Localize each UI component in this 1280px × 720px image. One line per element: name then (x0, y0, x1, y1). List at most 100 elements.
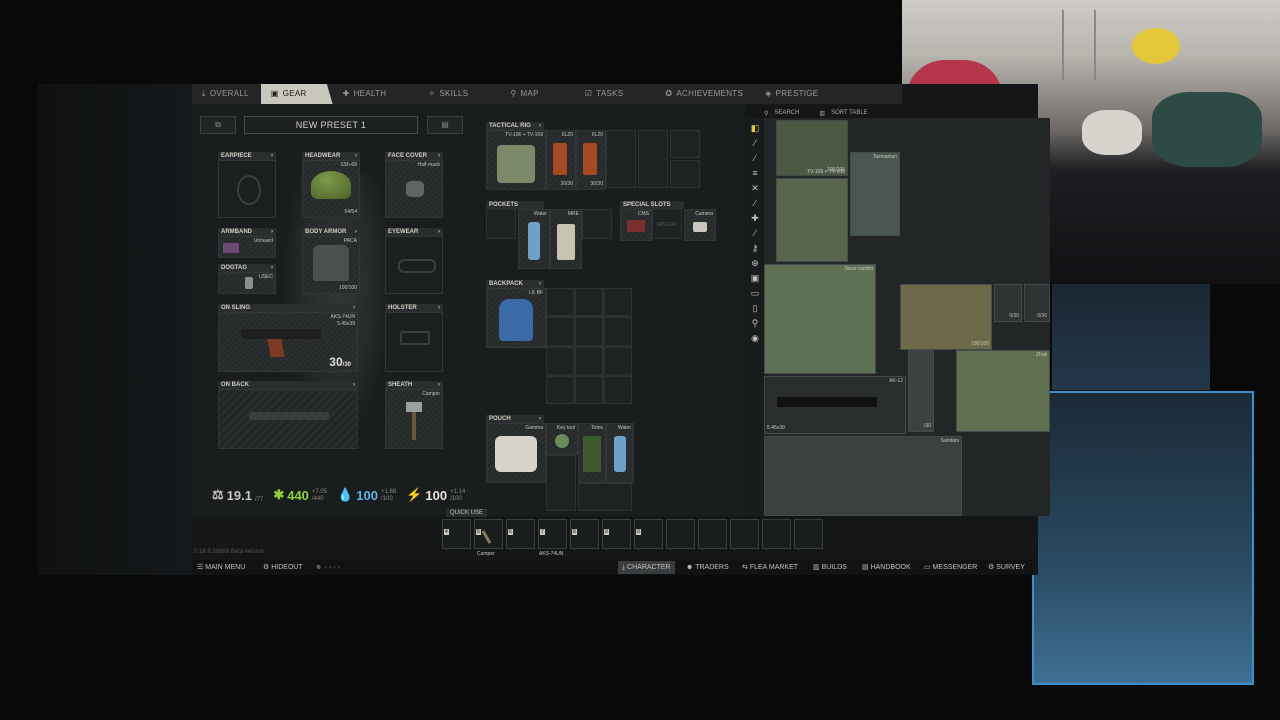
tab-gear[interactable]: ▣ GEAR (260, 84, 333, 104)
stash-item[interactable]: /30 (908, 350, 934, 432)
stash-item[interactable]: Tavor combo (764, 264, 876, 374)
slot-body-armor[interactable]: BODY ARMOR › PACA 100/100 (302, 228, 360, 294)
group-icons[interactable]: ☻ ▫ ▫ ▫ ▫ (315, 561, 340, 574)
filter-weapons-icon[interactable]: ⁄ (749, 138, 761, 148)
tactical-rig-slot[interactable]: TV-106 + TV-109 (486, 130, 546, 190)
slot-on-back[interactable]: ON BACK › (218, 381, 358, 449)
special-slot-camera[interactable]: Camera (684, 209, 716, 241)
backpack-cell[interactable] (575, 317, 603, 346)
save-preset-button[interactable]: ▤ (427, 116, 463, 134)
special-slot-cms[interactable]: CMS (620, 209, 652, 241)
quick-slot[interactable]: 8 (570, 519, 599, 549)
slot-dogtag[interactable]: DOGTAG › USEC (218, 264, 276, 294)
nav-main-menu[interactable]: ☰ MAIN MENU (197, 561, 245, 574)
stash-item[interactable]: Sanitars (764, 436, 962, 516)
quick-slot[interactable]: 0 (634, 519, 663, 549)
tab-achievements[interactable]: ✪ ACHIEVEMENTS (655, 84, 755, 104)
backpack-cell[interactable] (575, 375, 603, 404)
tab-skills[interactable]: ✧ SKILLS (418, 84, 480, 104)
tab-overall[interactable]: ⤓ OVERALL (192, 84, 261, 104)
rig-cell[interactable] (606, 130, 636, 188)
slot-earpiece[interactable]: EARPIECE › (218, 152, 276, 218)
quick-slot[interactable]: 9 (602, 519, 631, 549)
filter-food-icon[interactable]: ∕ (749, 228, 761, 238)
nav-messenger[interactable]: ▭ MESSENGER (924, 561, 977, 574)
pocket-water[interactable]: Water (518, 209, 550, 269)
pouch-cell[interactable] (546, 455, 576, 511)
filter-medical-icon[interactable]: ✚ (749, 213, 761, 223)
nav-handbook[interactable]: ▤ HANDBOOK (862, 561, 911, 574)
tab-prestige[interactable]: ◈ PRESTIGE (755, 84, 830, 104)
backpack-cell[interactable] (546, 317, 574, 346)
backpack-cell[interactable] (546, 288, 574, 317)
filter-special-icon[interactable]: ⚲ (749, 318, 761, 328)
backpack-cell[interactable] (546, 375, 574, 404)
rig-cell[interactable] (670, 130, 700, 158)
special-slot-empty[interactable]: SPECIAL (652, 209, 682, 239)
filter-ammo-icon[interactable]: ✕ (749, 183, 761, 193)
filter-info-icon[interactable]: ▯ (749, 303, 761, 313)
stash-item[interactable]: 0/30 (994, 284, 1022, 322)
pouch-keytool[interactable]: Key tool (546, 423, 578, 455)
backpack-slot[interactable]: LK BF (486, 288, 546, 348)
backpack-cell[interactable] (575, 288, 603, 317)
stash-item[interactable] (776, 178, 848, 262)
pocket-cell[interactable] (486, 209, 516, 239)
rig-mag-slot-1[interactable]: 6L20 30/30 (546, 130, 576, 190)
stash-item[interactable]: Zhuk (956, 350, 1050, 432)
pouch-water[interactable]: Water (606, 423, 634, 483)
backpack-grid[interactable] (546, 288, 632, 404)
nav-character[interactable]: ⤓ CHARACTER (618, 561, 675, 574)
pocket-mre[interactable]: MRE (550, 209, 582, 269)
slot-headwear[interactable]: HEADWEAR › SSh-68 54/54 (302, 152, 360, 218)
stash-item[interactable]: 100/100 (900, 284, 992, 350)
pouch-tetris[interactable]: Tetris (578, 423, 606, 483)
quick-slot[interactable]: 5 Camper (474, 519, 503, 557)
stash-weapon[interactable]: AK-12 5.45x39 (764, 376, 906, 434)
slot-holster[interactable]: HOLSTER › (385, 304, 443, 372)
pouch-header[interactable]: POUCH › (486, 415, 544, 423)
slot-sheath[interactable]: SHEATH › Camper (385, 381, 443, 449)
quick-slot[interactable]: 7 AKS-74UN (538, 519, 567, 557)
backpack-header[interactable]: BACKPACK › (486, 280, 544, 288)
slot-eyewear[interactable]: EYEWEAR › (385, 228, 443, 294)
filter-knives-icon[interactable]: ∕ (749, 198, 761, 208)
backpack-cell[interactable] (604, 288, 632, 317)
stash-filter-all-icon[interactable]: ◧ (749, 123, 761, 133)
stash-item[interactable]: 205/205 TV-109 + TV-106 (776, 120, 848, 176)
nav-flea-market[interactable]: ⇆ FLEA MARKET (742, 561, 798, 574)
filter-quest-icon[interactable]: ◉ (749, 333, 761, 343)
backpack-cell[interactable] (546, 346, 574, 375)
nav-survey[interactable]: ⚙ SURVEY (988, 561, 1025, 574)
backpack-cell[interactable] (604, 317, 632, 346)
backpack-cell[interactable] (604, 375, 632, 404)
preset-list-button[interactable]: ⧉ (200, 116, 236, 134)
nav-builds[interactable]: ▥ BUILDS (813, 561, 847, 574)
stash-search-button[interactable]: SEARCH (774, 110, 799, 116)
backpack-cell[interactable] (575, 346, 603, 375)
filter-attachments-icon[interactable]: ≡ (749, 168, 761, 178)
rig-mag-slot-2[interactable]: 6L20 30/30 (576, 130, 606, 190)
pouch-cell[interactable] (578, 483, 632, 511)
tab-tasks[interactable]: ☑ TASKS (575, 84, 636, 104)
filter-mods-icon[interactable]: ⁄ (749, 153, 761, 163)
nav-hideout[interactable]: ⚙ HIDEOUT (263, 561, 303, 574)
filter-barter-icon[interactable]: ⊕ (749, 258, 761, 268)
pouch-slot[interactable]: Gamma (486, 423, 546, 483)
slot-face-cover[interactable]: FACE COVER › Half-mask (385, 152, 443, 218)
quick-slot[interactable] (698, 519, 727, 549)
slot-armband[interactable]: ARMBAND › Unheard (218, 228, 276, 258)
filter-keys-icon[interactable]: ⚷ (749, 243, 761, 253)
rig-cell[interactable] (670, 160, 700, 188)
tab-map[interactable]: ⚲ MAP (500, 84, 550, 104)
stash-sort-button[interactable]: SORT TABLE (831, 110, 868, 116)
quick-slot[interactable] (730, 519, 759, 549)
stash-grid[interactable]: 205/205 TV-109 + TV-106 Tasmanian Tavor c… (764, 118, 1050, 516)
preset-name[interactable]: NEW PRESET 1 (244, 116, 418, 134)
quick-slot[interactable] (762, 519, 791, 549)
filter-gear-icon[interactable]: ▭ (749, 288, 761, 298)
filter-containers-icon[interactable]: ▣ (749, 273, 761, 283)
quick-slot[interactable]: 4 (442, 519, 471, 549)
nav-traders[interactable]: ☻ TRADERS (686, 561, 729, 574)
slot-on-sling[interactable]: ON SLING › AKS-74UN 5.45x39 30/30 (218, 304, 358, 372)
